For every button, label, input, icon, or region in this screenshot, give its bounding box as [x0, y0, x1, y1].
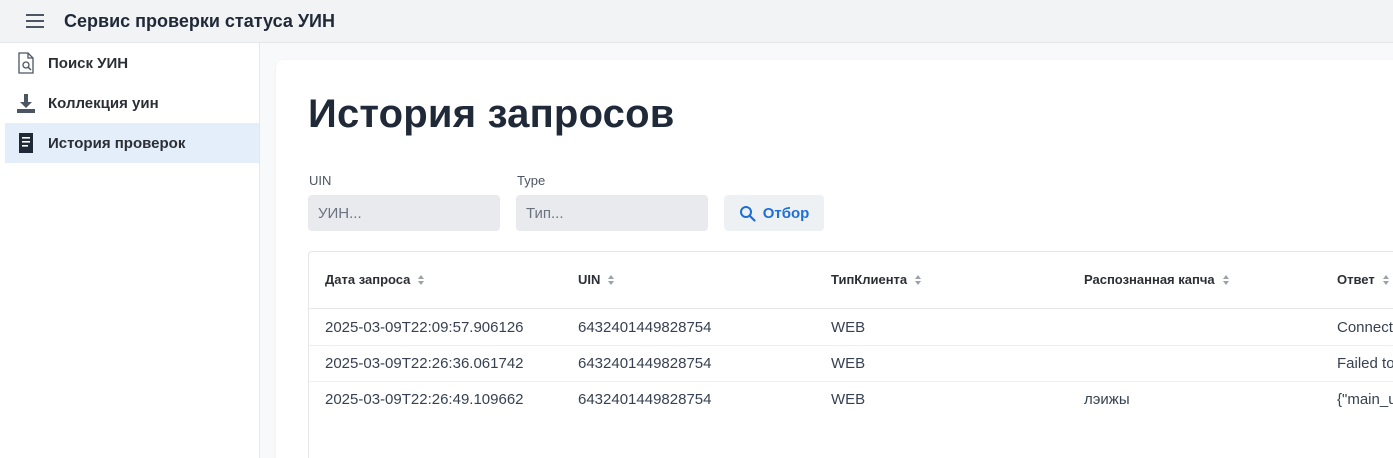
- sidebar-item-label: Коллекция уин: [48, 94, 159, 112]
- column-header-client-type[interactable]: ТипКлиента: [831, 272, 922, 287]
- cell-uin: 6432401449828754: [578, 355, 712, 372]
- sidebar-item-label: Поиск УИН: [48, 54, 129, 72]
- column-header-request-date[interactable]: Дата запроса: [325, 272, 425, 287]
- filter-button[interactable]: Отбор: [724, 195, 824, 231]
- cell-request-date: 2025-03-09T22:26:49.109662: [325, 391, 524, 408]
- cell-captcha: лэижы: [1084, 391, 1130, 408]
- cell-response: Connect: [1337, 319, 1393, 336]
- filter-button-label: Отбор: [762, 204, 810, 222]
- sort-icon: [417, 274, 425, 286]
- sidebar-item-check-history[interactable]: История проверок: [5, 123, 259, 163]
- cell-client-type: WEB: [831, 391, 866, 408]
- sort-icon: [607, 274, 615, 286]
- type-filter-label: Type: [517, 173, 546, 188]
- table-row[interactable]: 2025-03-09T22:26:36.061742 6432401449828…: [309, 345, 1393, 382]
- sidebar: Поиск УИН Коллекция уин История проверок: [5, 43, 260, 458]
- history-table: Дата запроса UIN ТипКлиента Распознанная…: [308, 251, 1393, 458]
- top-bar: Сервис проверки статуса УИН: [0, 0, 1393, 43]
- download-tray-icon: [15, 92, 37, 114]
- app-root: Сервис проверки статуса УИН Поиск УИН Ко…: [0, 0, 1393, 458]
- cell-request-date: 2025-03-09T22:26:36.061742: [325, 355, 524, 372]
- cell-client-type: WEB: [831, 319, 866, 336]
- sort-icon: [1382, 274, 1390, 286]
- sort-icon: [914, 274, 922, 286]
- menu-icon[interactable]: [24, 11, 46, 31]
- cell-request-date: 2025-03-09T22:09:57.906126: [325, 319, 524, 336]
- sidebar-item-label: История проверок: [48, 134, 186, 152]
- document-search-icon: [15, 52, 37, 74]
- column-header-captcha[interactable]: Распознанная капча: [1084, 272, 1230, 287]
- column-header-uin[interactable]: UIN: [578, 272, 615, 287]
- column-header-response[interactable]: Ответ: [1337, 272, 1390, 287]
- document-icon: [15, 132, 37, 154]
- uin-filter-input[interactable]: [308, 195, 500, 231]
- table-row[interactable]: 2025-03-09T22:26:49.109662 6432401449828…: [309, 381, 1393, 417]
- page-title: История запросов: [308, 92, 675, 136]
- sidebar-item-uin-collection[interactable]: Коллекция уин: [5, 83, 259, 123]
- sidebar-item-uin-search[interactable]: Поиск УИН: [5, 43, 259, 83]
- app-title: Сервис проверки статуса УИН: [64, 10, 335, 31]
- uin-filter-label: UIN: [309, 173, 332, 188]
- table-header: Дата запроса UIN ТипКлиента Распознанная…: [309, 252, 1393, 309]
- table-row[interactable]: 2025-03-09T22:09:57.906126 6432401449828…: [309, 309, 1393, 346]
- type-filter-input[interactable]: [516, 195, 708, 231]
- sort-icon: [1222, 274, 1230, 286]
- cell-uin: 6432401449828754: [578, 391, 712, 408]
- cell-uin: 6432401449828754: [578, 319, 712, 336]
- cell-response: Failed to: [1337, 355, 1393, 372]
- search-icon: [739, 205, 756, 222]
- cell-response: {"main_u: [1337, 391, 1393, 408]
- cell-client-type: WEB: [831, 355, 866, 372]
